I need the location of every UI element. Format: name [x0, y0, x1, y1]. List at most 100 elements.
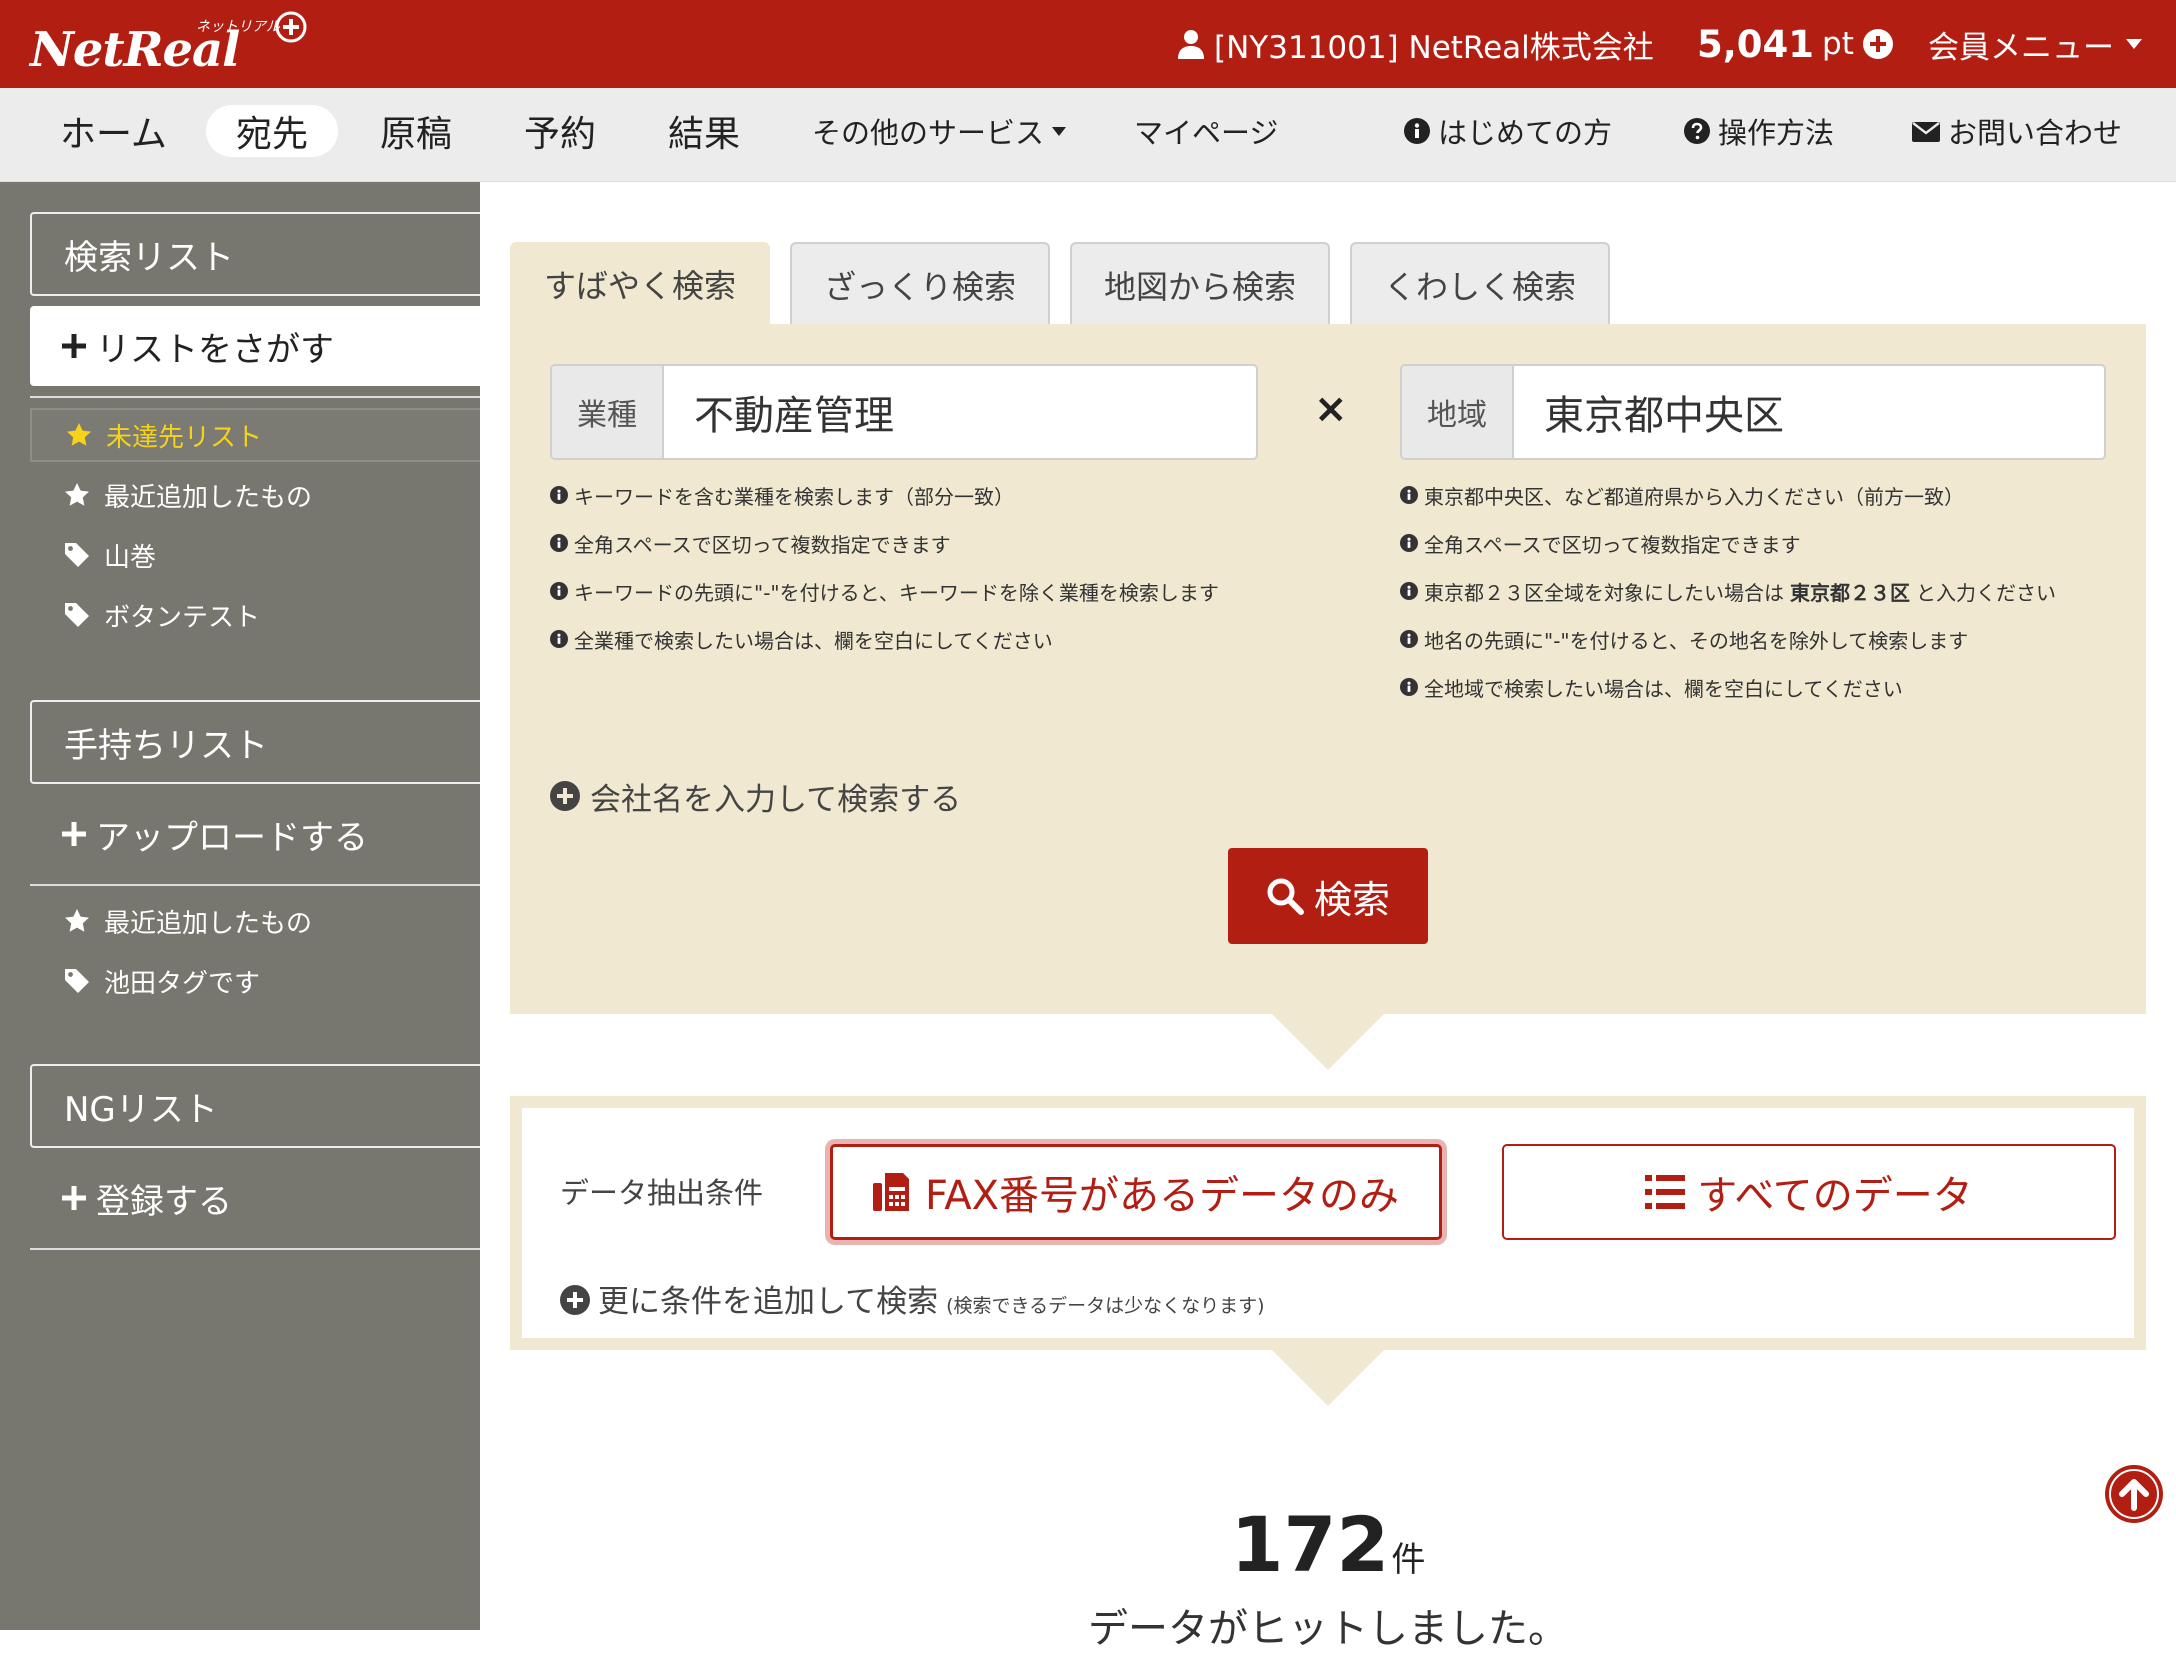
search-button[interactable]: 検索: [1228, 848, 1428, 944]
add-more-conditions-toggle[interactable]: 更に条件を追加して検索 (検索できるデータは少なくなります): [560, 1276, 1265, 1324]
all-data-label: すべてのデータ: [1697, 1173, 1973, 1219]
netreal-logo[interactable]: NetReal ネットリアル: [28, 8, 318, 78]
plus-icon: [62, 1186, 86, 1210]
plus-icon: [62, 334, 86, 358]
tab-detailed-search[interactable]: くわしく検索: [1350, 242, 1610, 326]
search-list-heading[interactable]: 検索リスト: [30, 212, 480, 296]
add-points-icon[interactable]: [1862, 28, 1894, 60]
points-value: 5,041: [1697, 22, 1815, 66]
flow-arrow: [1272, 1350, 1384, 1406]
hint-text: 全角スペースで区切って複数指定できます: [1424, 532, 1801, 557]
nav-manuscript[interactable]: 原稿: [380, 105, 452, 157]
user-icon: [1178, 30, 1204, 59]
nav-reservation[interactable]: 予約: [524, 105, 596, 157]
caret-down-icon: [1052, 126, 1067, 136]
sidebar-item-tag-ikeda[interactable]: 池田タグです: [30, 954, 480, 1008]
sidebar-item-tag-button-test[interactable]: ボタンテスト: [30, 588, 480, 642]
result-count-unit: 件: [1391, 1540, 1426, 1580]
star-icon: [67, 423, 91, 446]
industry-field: 業種: [550, 364, 1258, 460]
find-list-button[interactable]: リストをさがす: [30, 306, 480, 386]
tag-icon: [65, 603, 89, 627]
sidebar-item-undelivered-list[interactable]: 未達先リスト: [30, 408, 480, 462]
list-icon: [1645, 1175, 1686, 1209]
info-circle-icon: [1400, 678, 1418, 696]
star-icon: [65, 483, 89, 506]
industry-hint: キーワードの先頭に"-"を付けると、キーワードを除く業種を検索します: [550, 576, 1219, 606]
fax-only-button[interactable]: FAX番号があるデータのみ: [830, 1144, 1442, 1240]
info-circle-icon: [1400, 582, 1418, 600]
info-circle-icon: [550, 486, 568, 504]
member-menu-dropdown[interactable]: 会員メニュー: [1928, 22, 2142, 66]
company-name-search-toggle[interactable]: 会社名を入力して検索する: [550, 772, 961, 820]
add-conditions-note: (検索できるデータは少なくなります): [946, 1295, 1265, 1317]
sidebar-item-recently-added[interactable]: 最近追加したもの: [30, 468, 480, 522]
sidebar-item-tag-yamamaki[interactable]: 山巻: [30, 528, 480, 582]
nav-first-time[interactable]: はじめての方: [1404, 105, 1612, 157]
divider: [30, 396, 480, 398]
tab-map-search[interactable]: 地図から検索: [1070, 242, 1330, 326]
sidebar-item-label: 山巻: [104, 542, 157, 573]
ng-list-heading[interactable]: NGリスト: [30, 1064, 480, 1148]
points-unit: pt: [1822, 26, 1854, 62]
sidebar-item-label: 最近追加したもの: [104, 908, 313, 939]
tab-rough-search[interactable]: ざっくり検索: [790, 242, 1050, 326]
hint-text: 全地域で検索したい場合は、欄を空白にしてください: [1424, 676, 1903, 701]
own-list-heading[interactable]: 手持ちリスト: [30, 700, 480, 784]
main-nav: ホーム 宛先 原稿 予約 結果 その他のサービス マイページ はじめての方 操作…: [0, 88, 2176, 182]
sidebar: 検索リスト リストをさがす 未達先リスト 最近追加したもの 山巻 ボタンテスト …: [0, 182, 480, 1630]
nav-other-services-label: その他のサービス: [812, 116, 1045, 150]
sidebar-item-label: 未達先リスト: [106, 422, 263, 453]
nav-contact[interactable]: お問い合わせ: [1912, 105, 2122, 157]
upload-button[interactable]: アップロードする: [30, 794, 480, 874]
hint-text: 全角スペースで区切って複数指定できます: [574, 532, 951, 557]
info-circle-icon: [550, 630, 568, 648]
points-display[interactable]: 5,041 pt: [1697, 18, 1894, 70]
info-circle-icon: [1400, 534, 1418, 552]
region-field: 地域: [1400, 364, 2106, 460]
info-circle-icon: [550, 582, 568, 600]
register-ng-button[interactable]: 登録する: [30, 1158, 480, 1238]
nav-how-to[interactable]: 操作方法: [1684, 105, 1834, 157]
plus-icon: [62, 822, 86, 846]
nav-home[interactable]: ホーム: [60, 105, 167, 157]
nav-other-services[interactable]: その他のサービス: [812, 105, 1067, 157]
hint-text: キーワードの先頭に"-"を付けると、キーワードを除く業種を検索します: [574, 580, 1219, 605]
region-label: 地域: [1402, 366, 1514, 458]
result-count-number: 172: [1230, 1500, 1390, 1589]
region-hint: 東京都中央区、など都道府県から入力ください（前方一致）: [1400, 480, 1964, 510]
nav-mypage[interactable]: マイページ: [1134, 105, 1278, 157]
search-icon: [1267, 878, 1304, 915]
upload-label: アップロードする: [96, 817, 368, 858]
nav-results[interactable]: 結果: [668, 105, 740, 157]
find-list-label: リストをさがす: [96, 329, 334, 370]
nav-destination[interactable]: 宛先: [206, 105, 339, 157]
region-hint: 全角スペースで区切って複数指定できます: [1400, 528, 1801, 558]
account-info[interactable]: [NY311001] NetReal株式会社: [1178, 22, 1654, 66]
member-menu-label: 会員メニュー: [1928, 29, 2114, 66]
sidebar-item-label: 最近追加したもの: [104, 482, 313, 513]
caret-down-icon: [2126, 39, 2142, 49]
divider: [30, 884, 480, 886]
region-input[interactable]: [1514, 366, 2104, 458]
nav-how-to-label: 操作方法: [1718, 116, 1835, 150]
region-hint: 全地域で検索したい場合は、欄を空白にしてください: [1400, 672, 1903, 702]
tab-quick-search[interactable]: すばやく検索: [510, 242, 770, 326]
scroll-to-top-icon[interactable]: [2104, 1464, 2164, 1524]
plus-circle-icon: [550, 781, 580, 811]
fax-icon: [872, 1173, 909, 1211]
plus-circle-icon: [560, 1285, 590, 1315]
envelope-icon: [1912, 122, 1940, 142]
hint-text: 東京都２３区全域を対象にしたい場合は: [1424, 580, 1784, 605]
add-conditions-label: 更に条件を追加して検索: [598, 1284, 939, 1320]
tag-icon: [65, 543, 89, 567]
info-circle-icon: [1400, 486, 1418, 504]
hint-text: 地名の先頭に"-"を付けると、その地名を除外して検索します: [1424, 628, 1969, 653]
hint-bold-text: 東京都２３区: [1790, 580, 1910, 605]
sidebar-item-own-recently-added[interactable]: 最近追加したもの: [30, 894, 480, 948]
sidebar-item-label: ボタンテスト: [104, 602, 261, 633]
all-data-button[interactable]: すべてのデータ: [1502, 1144, 2116, 1240]
region-hint: 東京都２３区全域を対象にしたい場合は 東京都２３区 と入力ください: [1400, 576, 2056, 606]
industry-input[interactable]: [664, 366, 1256, 458]
industry-hint: キーワードを含む業種を検索します（部分一致）: [550, 480, 1014, 510]
